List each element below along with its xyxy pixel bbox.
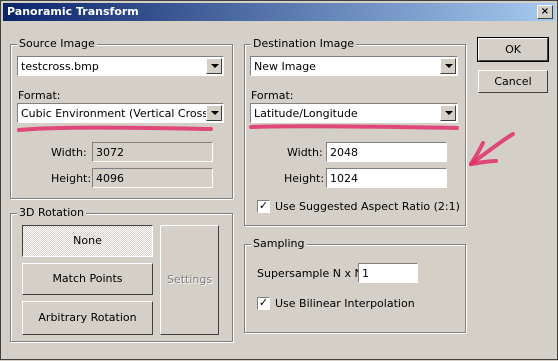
annotation-underline-source bbox=[17, 125, 213, 132]
annotation-overlay bbox=[17, 124, 515, 166]
annotation-underline-destination bbox=[249, 124, 459, 130]
dialog-window: Panoramic Transform × Source Image testc… bbox=[0, 0, 558, 360]
